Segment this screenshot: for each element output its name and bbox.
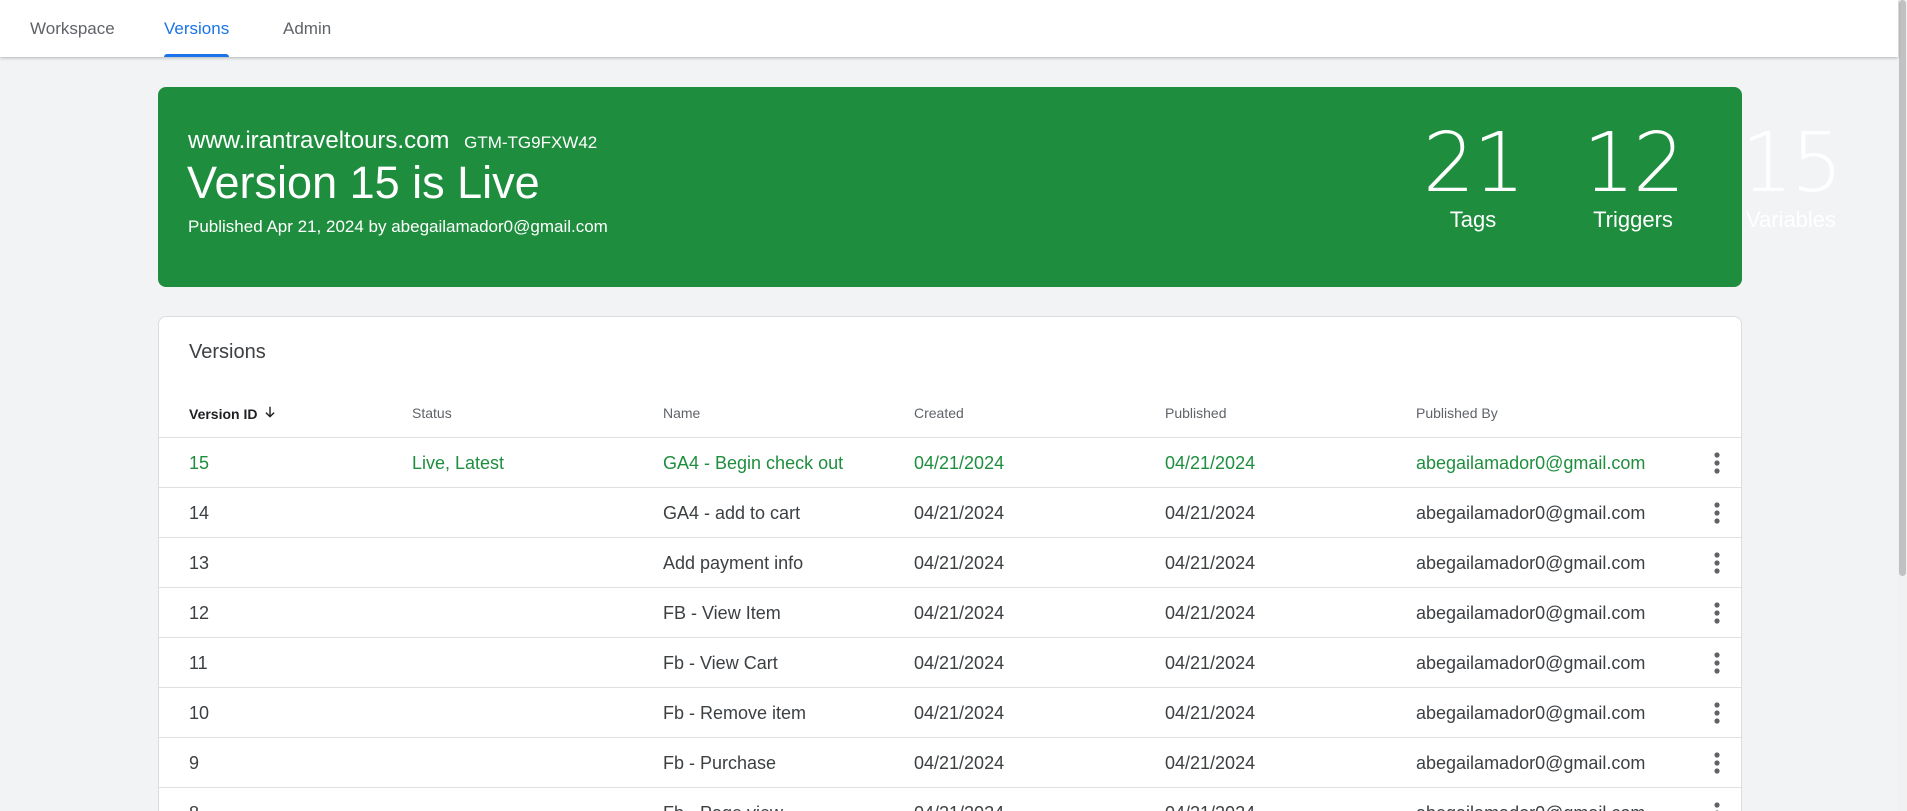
arrow-down-icon (263, 405, 277, 422)
published-by-cell: abegailamador0@gmail.com (1416, 703, 1646, 723)
more-vert-icon[interactable] (1703, 449, 1731, 477)
status-cell: Live, Latest (412, 453, 505, 473)
stat-value: 21 (1422, 116, 1525, 211)
column-header-created[interactable]: Created (914, 405, 964, 421)
version-id-cell[interactable]: 8 (189, 788, 199, 811)
page-scrollbar[interactable] (1898, 0, 1907, 811)
version-name-cell: FB - View Item (663, 603, 781, 623)
scrollbar-thumb[interactable] (1899, 0, 1906, 576)
column-header-published[interactable]: Published (1165, 405, 1227, 421)
version-id-cell[interactable]: 15 (189, 438, 209, 488)
tab-workspace[interactable]: Workspace (30, 0, 115, 57)
table-row[interactable]: 13 Add payment info 04/21/2024 04/21/2024 ab… (159, 537, 1741, 588)
more-vert-icon[interactable] (1703, 599, 1731, 627)
version-name-cell: Fb - Page view (663, 788, 783, 811)
version-name-cell: Fb - View Cart (663, 653, 778, 673)
created-date-cell: 04/21/2024 (914, 703, 1005, 723)
table-row[interactable]: 10 Fb - Remove item 04/21/2024 04/21/2024 ab… (159, 687, 1741, 738)
published-date-cell: 04/21/2024 (1165, 453, 1256, 473)
versions-card: Versions Version ID Status Name Created … (158, 316, 1742, 811)
container-name: www.irantraveltours.com GTM-TG9FXW42 (188, 127, 597, 155)
version-name-cell: Fb - Remove item (663, 703, 807, 723)
published-date-cell: 04/21/2024 (1165, 603, 1256, 623)
published-date-cell: 04/21/2024 (1165, 553, 1256, 573)
published-by-cell: abegailamador0@gmail.com (1416, 653, 1646, 673)
column-header-published-by[interactable]: Published By (1416, 405, 1498, 421)
column-header-name[interactable]: Name (663, 405, 700, 421)
version-id-cell[interactable]: 10 (189, 688, 209, 738)
tab-label: Admin (283, 18, 332, 38)
table-row[interactable]: 11 Fb - View Cart 04/21/2024 04/21/2024 abeg… (159, 637, 1741, 688)
published-by-cell: abegailamador0@gmail.com (1416, 753, 1646, 773)
stat-variables: 15 Variables (1721, 119, 1861, 233)
more-vert-icon[interactable] (1703, 749, 1731, 777)
created-date-cell: 04/21/2024 (914, 788, 1004, 811)
stat-value: 12 (1582, 116, 1685, 211)
versions-card-title: Versions (189, 341, 266, 363)
table-row[interactable]: 9 Fb - Purchase 04/21/2024 04/21/2024 abegai… (159, 737, 1741, 788)
more-vert-icon[interactable] (1703, 649, 1731, 677)
version-name-cell: Fb - Purchase (663, 753, 777, 773)
column-header-status[interactable]: Status (412, 405, 452, 421)
published-date-cell: 04/21/2024 (1165, 753, 1256, 773)
container-domain: www.irantraveltours.com (188, 127, 450, 154)
created-date-cell: 04/21/2024 (914, 753, 1005, 773)
column-header-label: Version ID (189, 405, 258, 422)
stat-triggers: 12 Triggers (1563, 119, 1703, 233)
more-vert-icon[interactable] (1703, 549, 1731, 577)
published-date-cell: 04/21/2024 (1165, 503, 1256, 523)
version-name-cell: GA4 - add to cart (663, 503, 801, 523)
published-date-cell: 04/21/2024 (1165, 788, 1255, 811)
tab-label: Versions (164, 18, 230, 38)
version-name-cell: GA4 - Begin check out (663, 453, 844, 473)
table-row[interactable]: 15 Live, Latest GA4 - Begin check out 04/21… (159, 437, 1741, 488)
version-id-cell[interactable]: 12 (189, 588, 209, 638)
live-version-title: Version 15 is Live (187, 157, 540, 208)
published-by-cell: abegailamador0@gmail.com (1416, 503, 1646, 523)
tab-admin[interactable]: Admin (283, 0, 331, 57)
created-date-cell: 04/21/2024 (914, 453, 1005, 473)
tab-label: Workspace (30, 18, 115, 38)
published-by-cell: abegailamador0@gmail.com (1416, 453, 1646, 473)
created-date-cell: 04/21/2024 (914, 603, 1005, 623)
version-id-cell[interactable]: 14 (189, 488, 209, 538)
top-nav: Workspace Versions Admin (0, 0, 1898, 57)
version-id-cell[interactable]: 13 (189, 538, 209, 588)
published-by-cell: abegailamador0@gmail.com (1416, 788, 1645, 811)
published-by-cell: abegailamador0@gmail.com (1416, 553, 1646, 573)
more-vert-icon[interactable] (1703, 699, 1731, 727)
published-by-cell: abegailamador0@gmail.com (1416, 603, 1646, 623)
created-date-cell: 04/21/2024 (914, 553, 1005, 573)
more-vert-icon[interactable] (1703, 799, 1731, 811)
version-name-cell: Add payment info (663, 553, 804, 573)
table-row[interactable]: 8 Fb - Page view 04/21/2024 04/21/2024 abega… (159, 787, 1741, 811)
stat-value: 15 (1740, 116, 1843, 211)
column-header-version-id[interactable]: Version ID (189, 405, 277, 422)
version-id-cell[interactable]: 11 (189, 638, 208, 688)
table-row[interactable]: 12 FB - View Item 04/21/2024 04/21/2024 abeg… (159, 587, 1741, 638)
version-id-cell[interactable]: 9 (189, 738, 199, 788)
created-date-cell: 04/21/2024 (914, 653, 1005, 673)
published-date-cell: 04/21/2024 (1165, 653, 1256, 673)
published-date-cell: 04/21/2024 (1165, 703, 1256, 723)
live-version-banner: www.irantraveltours.com GTM-TG9FXW42 Ver… (158, 87, 1843, 287)
more-vert-icon[interactable] (1703, 499, 1731, 527)
stat-tags: 21 Tags (1403, 119, 1543, 233)
created-date-cell: 04/21/2024 (914, 503, 1005, 523)
tab-versions[interactable]: Versions (164, 0, 230, 57)
table-row[interactable]: 14 GA4 - add to cart 04/21/2024 04/21/2024 a… (159, 487, 1741, 538)
published-info: Published Apr 21, 2024 by abegailamador0… (188, 217, 608, 236)
container-id: GTM-TG9FXW42 (464, 133, 598, 152)
